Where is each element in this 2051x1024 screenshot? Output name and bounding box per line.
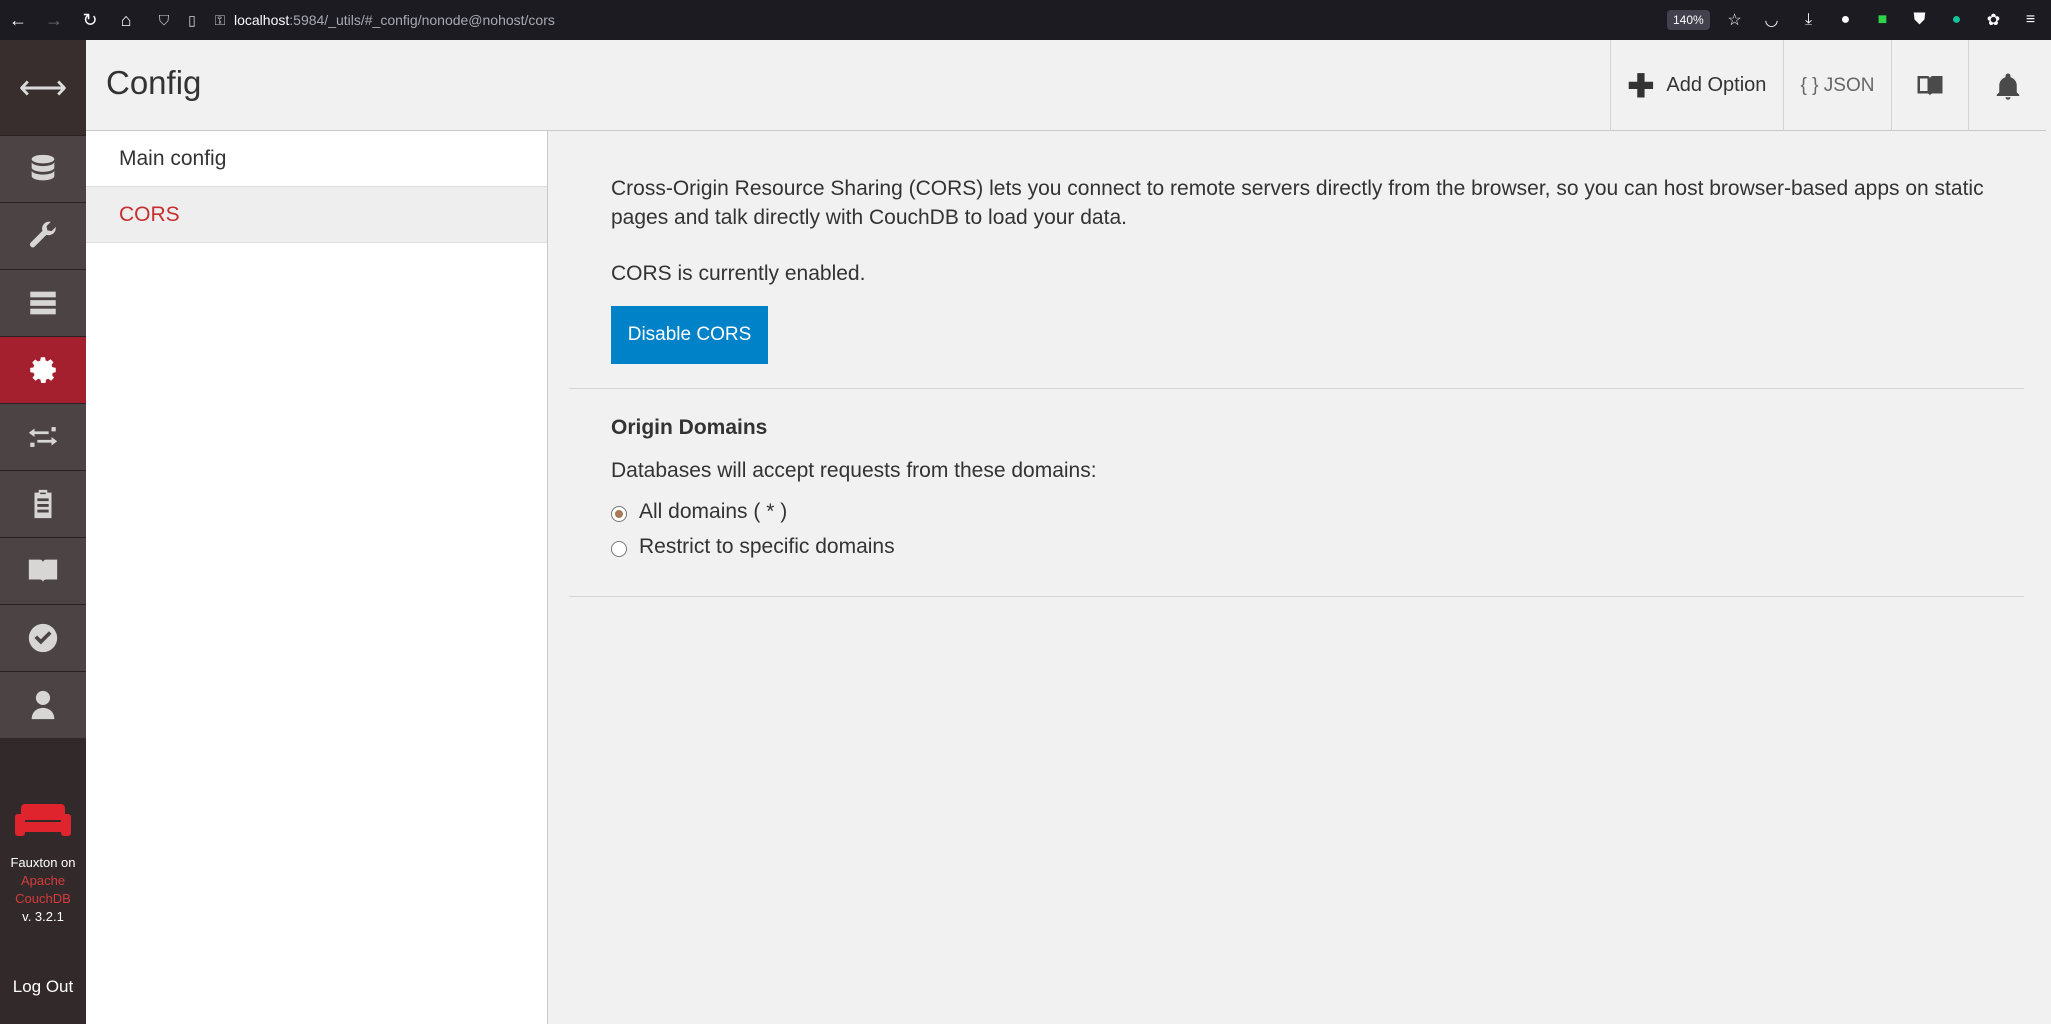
radio-all-domains-label: All domains ( * ) [639, 500, 788, 523]
divider [569, 388, 2024, 389]
tasks-icon [30, 291, 56, 315]
account-icon[interactable]: ● [1827, 0, 1864, 40]
json-button[interactable]: { } JSON [1783, 40, 1891, 131]
radio-restrict-domains[interactable]: Restrict to specific domains [611, 535, 895, 559]
page-header: Config ✚ Add Option { } JSON [86, 40, 2046, 131]
back-icon[interactable]: ← [0, 0, 36, 40]
apache-link[interactable]: Apache [0, 872, 86, 890]
add-option-button[interactable]: ✚ Add Option [1610, 40, 1783, 131]
radio-restrict-domains-label: Restrict to specific domains [639, 535, 895, 558]
cors-panel: Cross-Origin Resource Sharing (CORS) let… [548, 131, 2046, 1024]
address-bar[interactable]: ⛉ ▯ ⚿ localhost:5984/_utils/#_config/non… [150, 5, 1750, 35]
version-text: v. 3.2.1 [22, 909, 64, 924]
key-icon: ⚿ [214, 11, 226, 28]
radio-all-domains[interactable]: All domains ( * ) [611, 500, 787, 524]
download-icon[interactable]: ⤓ [1790, 0, 1827, 40]
nav-active-tasks[interactable] [0, 269, 86, 336]
docs-button[interactable] [1891, 40, 1968, 131]
collapse-nav-icon[interactable]: ⟷ [0, 40, 86, 135]
clipboard-icon [34, 489, 52, 519]
nav-config[interactable] [0, 336, 86, 403]
divider [569, 596, 2024, 597]
extension-icon[interactable]: ✿ [1975, 0, 2012, 40]
nav-logs[interactable] [0, 470, 86, 537]
pocket-icon[interactable]: ◡ [1753, 0, 1790, 40]
origin-domains-description: Databases will accept requests from thes… [611, 459, 1097, 482]
nav-setup[interactable] [0, 202, 86, 269]
zoom-level[interactable]: 140% [1667, 10, 1710, 30]
check-circle-icon [28, 623, 58, 653]
database-icon [31, 154, 55, 181]
nav-user[interactable] [0, 671, 86, 738]
notifications-button[interactable] [1968, 40, 2046, 131]
couchdb-link[interactable]: CouchDB [0, 890, 86, 908]
url-host: localhost [234, 12, 290, 28]
page-title: Config [106, 64, 202, 101]
radio-button[interactable] [611, 541, 627, 557]
logout-link[interactable]: Log Out [0, 977, 86, 997]
nav-verify[interactable] [0, 604, 86, 671]
user-icon [31, 690, 55, 720]
url-path: :5984/_utils/#_config/nonode@nohost/cors [289, 12, 555, 28]
menu-icon[interactable]: ≡ [2012, 0, 2049, 40]
home-icon[interactable]: ⌂ [108, 0, 144, 40]
nav-footer: Fauxton on Apache CouchDB v. 3.2.1 [0, 800, 86, 926]
footer-fauxton-text: Fauxton on [10, 855, 76, 870]
replication-icon [28, 427, 58, 447]
browser-toolbar: ← → ↻ ⌂ ⛉ ▯ ⚿ localhost:5984/_utils/#_co… [0, 0, 2051, 40]
book-icon [28, 559, 58, 583]
sidebar-item-main-config[interactable]: Main config [86, 131, 547, 187]
shield-icon: ⛉ [158, 11, 170, 28]
grammarly-icon[interactable]: ● [1938, 0, 1975, 40]
bookmark-star-icon[interactable]: ☆ [1716, 0, 1753, 40]
page-icon: ▯ [188, 11, 196, 28]
wrench-icon [29, 221, 56, 248]
radio-button-checked[interactable] [611, 506, 627, 522]
forward-icon[interactable]: → [36, 0, 72, 40]
extension-green-icon[interactable]: ■ [1864, 0, 1901, 40]
sidebar-item-cors[interactable]: CORS [86, 187, 547, 243]
config-sidebar: Main config CORS [86, 131, 548, 1024]
gear-icon [30, 357, 56, 384]
nav-documentation[interactable] [0, 537, 86, 604]
disable-cors-button[interactable]: Disable CORS [611, 306, 768, 364]
origin-domains-heading: Origin Domains [611, 416, 768, 439]
nav-replication[interactable] [0, 403, 86, 470]
cors-status: CORS is currently enabled. [611, 262, 866, 285]
couchdb-logo[interactable] [15, 800, 71, 840]
bell-icon [1996, 73, 2019, 100]
plus-icon: ✚ [1627, 67, 1655, 104]
reload-icon[interactable]: ↻ [72, 0, 108, 40]
add-option-label: Add Option [1666, 74, 1767, 96]
book-icon [1917, 75, 1943, 96]
nav-databases[interactable] [0, 135, 86, 202]
extension-shield-icon[interactable]: ⛊ [1901, 0, 1938, 40]
cors-description: Cross-Origin Resource Sharing (CORS) let… [611, 177, 1984, 229]
left-navigation: ⟷ Fauxton on Apache CouchDB v. 3.2.1 Log… [0, 40, 86, 1024]
